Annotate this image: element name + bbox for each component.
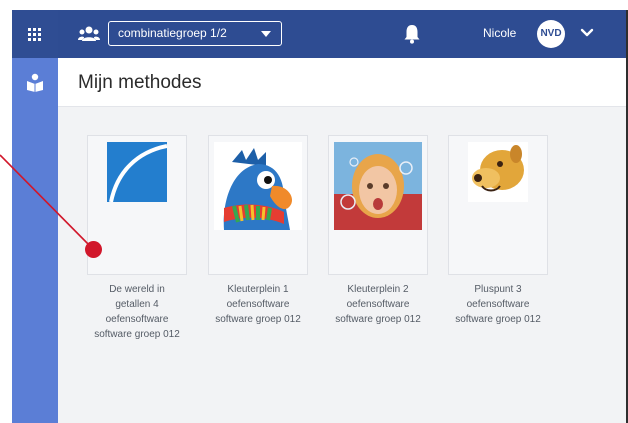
annotation-pointer-line	[0, 154, 94, 250]
annotation-pointer-dot	[85, 241, 102, 258]
